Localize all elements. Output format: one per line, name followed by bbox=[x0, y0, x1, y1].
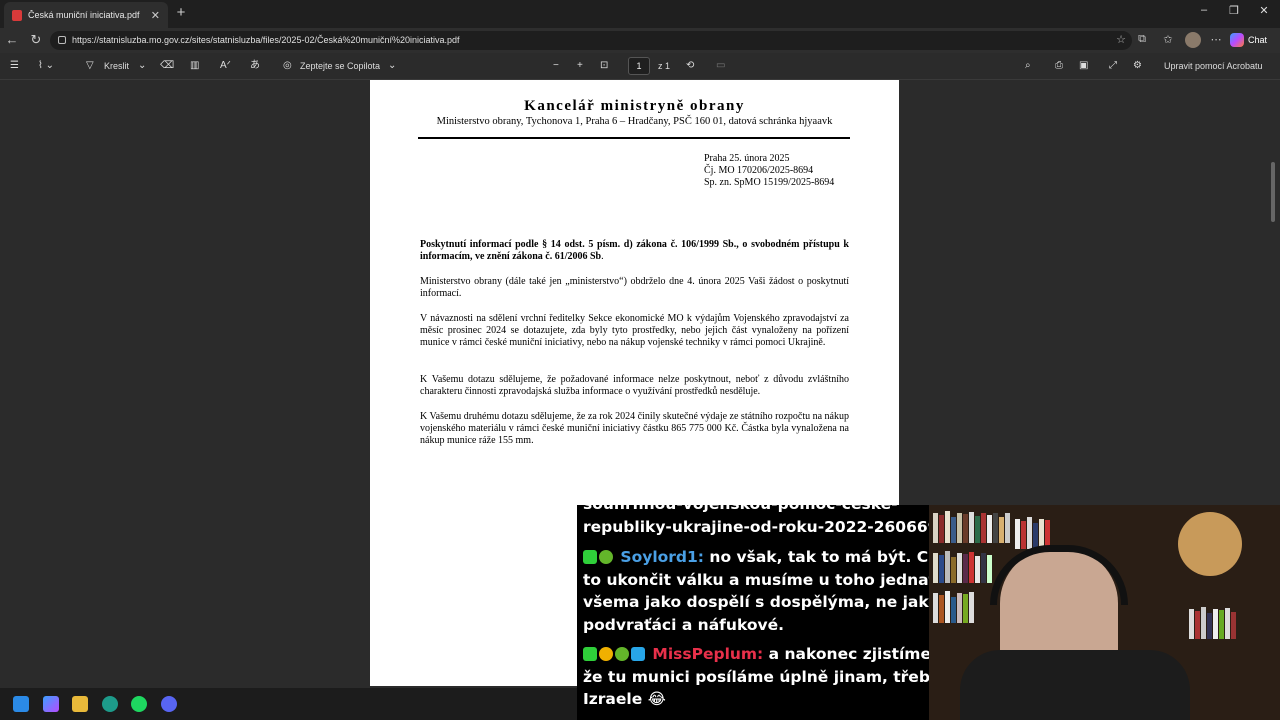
copilot-icon bbox=[1230, 33, 1244, 47]
paragraph: Ministerstvo obrany (dále také jen „mini… bbox=[420, 276, 849, 300]
heading-divider bbox=[418, 137, 850, 139]
search-icon[interactable]: ⌕ bbox=[1025, 59, 1031, 73]
bookshelf bbox=[933, 509, 1011, 543]
site-info-icon[interactable] bbox=[58, 36, 66, 44]
close-tab-icon[interactable]: ✕ bbox=[151, 9, 160, 22]
bookshelf bbox=[1015, 515, 1051, 549]
paragraph: K Vašemu dotazu sdělujeme, že požadované… bbox=[420, 374, 849, 398]
save-icon[interactable]: ▣ bbox=[1079, 59, 1088, 73]
fit-page-icon[interactable]: ⊡ bbox=[600, 59, 608, 73]
gift-badge-icon bbox=[631, 647, 645, 661]
copilot-taskbar-icon[interactable] bbox=[43, 696, 59, 712]
streamer-shirt bbox=[960, 650, 1190, 720]
meta-cj: Čj. MO 170206/2025-8694 bbox=[704, 165, 814, 176]
document-heading: Kancelář ministryně obrany bbox=[524, 98, 745, 114]
translate-icon[interactable]: あ bbox=[250, 59, 260, 73]
more-menu-icon[interactable]: ⋯ bbox=[1208, 33, 1224, 46]
chat-username: MissPeplum: bbox=[652, 645, 764, 663]
address-bar-row: ← ↻ https://statnisluzba.mo.gov.cz/sites… bbox=[0, 28, 1280, 53]
discord-icon[interactable] bbox=[161, 696, 177, 712]
tab-title: Česká muniční iniciativa.pdf bbox=[28, 10, 140, 20]
settings-gear-icon[interactable]: ⚙ bbox=[1133, 59, 1142, 73]
copilot-dropdown-icon[interactable]: ⌄ bbox=[388, 59, 396, 73]
page-number-input[interactable]: 1 bbox=[628, 57, 650, 75]
profile-avatar[interactable] bbox=[1185, 32, 1201, 48]
chat-text: to ukončit válku a musíme u toho jednat … bbox=[583, 570, 929, 589]
sub-badge-icon bbox=[615, 647, 629, 661]
back-icon[interactable]: ← bbox=[4, 33, 20, 47]
tab-strip: Česká muniční iniciativa.pdf ✕ + – ❐ ✕ bbox=[0, 0, 1280, 28]
draw-button[interactable]: Kreslit bbox=[104, 59, 129, 73]
chat-text: všema jako dospělí s dospělýma, ne jako bbox=[583, 593, 929, 611]
chat-text: že tu munici posíláme úplně jinam, třeba… bbox=[583, 667, 929, 686]
draw-dropdown-icon[interactable]: ⌄ bbox=[138, 59, 146, 73]
paragraph: K Vašemu druhému dotazu sdělujeme, že za… bbox=[420, 411, 849, 447]
start-icon[interactable] bbox=[13, 696, 29, 712]
globe-decor bbox=[1178, 512, 1242, 576]
close-window-icon[interactable]: ✕ bbox=[1254, 4, 1274, 17]
document-meta: Praha 25. února 2025 Čj. MO 170206/2025-… bbox=[704, 153, 834, 189]
edit-in-acrobat-button[interactable]: Upravit pomocí Acrobatu bbox=[1164, 59, 1263, 73]
extensions-icon[interactable]: ⧉ bbox=[1134, 33, 1150, 46]
chat-username: Soylord1: bbox=[620, 548, 705, 566]
zoom-out-icon[interactable]: − bbox=[553, 59, 559, 73]
bookshelf bbox=[933, 589, 975, 623]
copilot-ask-icon[interactable]: ◎ bbox=[283, 59, 292, 73]
minimize-icon[interactable]: – bbox=[1194, 4, 1214, 16]
pdf-toolbar: ☰ ⌇ ⌄ ▽ Kreslit ⌄ ⌫ ▥ Aᐟ あ ◎ Zeptejte se… bbox=[0, 53, 1280, 80]
chat-message: MissPeplum: a nakonec zjistíme, bbox=[583, 643, 929, 666]
kick-badge-icon bbox=[583, 647, 597, 661]
favorite-star-icon[interactable]: ☆ bbox=[1116, 31, 1126, 50]
coin-badge-icon bbox=[599, 647, 613, 661]
chat-message: Soylord1: no však, tak to má být. Chce bbox=[583, 546, 929, 569]
print-icon[interactable]: ⎙ bbox=[1055, 59, 1063, 73]
maximize-icon[interactable]: ❐ bbox=[1224, 4, 1244, 17]
eraser-icon[interactable]: ⌫ bbox=[160, 59, 174, 73]
bookshelf bbox=[933, 549, 993, 583]
chat-url-line: republiky-ukrajine-od-roku-2022-260669/ bbox=[583, 517, 929, 536]
rotate-icon[interactable]: ⟲ bbox=[686, 59, 694, 73]
zoom-in-icon[interactable]: + bbox=[577, 59, 583, 73]
draw-icon[interactable]: ▽ bbox=[86, 59, 94, 73]
paragraph: V návaznosti na sdělení vrchní ředitelky… bbox=[420, 313, 849, 349]
chat-url-line: souhrnnou-vojenskou-pomoc-ceske- bbox=[583, 505, 923, 516]
document-subject: Poskytnutí informací podle § 14 odst. 5 … bbox=[420, 239, 849, 263]
fullscreen-icon[interactable]: ⤢ bbox=[1109, 59, 1117, 73]
highlight-icon[interactable]: ⌇ ⌄ bbox=[38, 59, 54, 73]
subject-end: . bbox=[601, 251, 604, 263]
subject-text: Poskytnutí informací podle § 14 odst. 5 … bbox=[420, 239, 849, 263]
ask-copilot-button[interactable]: Zeptejte se Copilota bbox=[300, 59, 380, 73]
favorites-icon[interactable]: ✩ bbox=[1160, 33, 1176, 46]
read-aloud-icon[interactable]: Aᐟ bbox=[220, 59, 231, 73]
document-subheading: Ministerstvo obrany, Tychonova 1, Praha … bbox=[436, 116, 833, 127]
contents-icon[interactable]: ☰ bbox=[10, 59, 19, 73]
pdf-icon bbox=[12, 9, 22, 21]
spotify-icon[interactable] bbox=[131, 696, 147, 712]
taskbar bbox=[0, 688, 577, 720]
chat-text: Izraele 😂 bbox=[583, 690, 666, 708]
edge-icon[interactable] bbox=[102, 696, 118, 712]
stream-chat-overlay: souhrnnou-vojenskou-pomoc-ceske- republi… bbox=[577, 505, 929, 720]
two-page-icon[interactable]: ▭ bbox=[716, 59, 725, 73]
copilot-chat-button[interactable]: Chat bbox=[1230, 31, 1267, 49]
url-field[interactable]: https://statnisluzba.mo.gov.cz/sites/sta… bbox=[50, 31, 1132, 50]
kick-badge-icon bbox=[583, 550, 597, 564]
chat-label: Chat bbox=[1248, 35, 1268, 45]
chat-text: podvraťáci a náfukové. bbox=[583, 615, 784, 634]
url-text: https://statnisluzba.mo.gov.cz/sites/sta… bbox=[72, 35, 460, 45]
viewer-scrollbar[interactable] bbox=[1271, 162, 1275, 222]
chat-text: a nakonec zjistíme, bbox=[768, 645, 929, 663]
page-total: z 1 bbox=[658, 61, 671, 71]
page-view-icon[interactable]: ▥ bbox=[190, 59, 199, 73]
meta-spzn: Sp. zn. SpMO 15199/2025-8694 bbox=[704, 177, 835, 188]
chat-text: no však, tak to má být. Chce bbox=[709, 548, 929, 566]
sub-badge-icon bbox=[599, 550, 613, 564]
meta-date: Praha 25. února 2025 bbox=[704, 153, 790, 164]
refresh-icon[interactable]: ↻ bbox=[28, 33, 44, 47]
file-explorer-icon[interactable] bbox=[72, 696, 88, 712]
new-tab-button[interactable]: + bbox=[172, 4, 190, 22]
tab-pdf[interactable]: Česká muniční iniciativa.pdf ✕ bbox=[4, 2, 168, 28]
bookshelf bbox=[1189, 605, 1237, 639]
